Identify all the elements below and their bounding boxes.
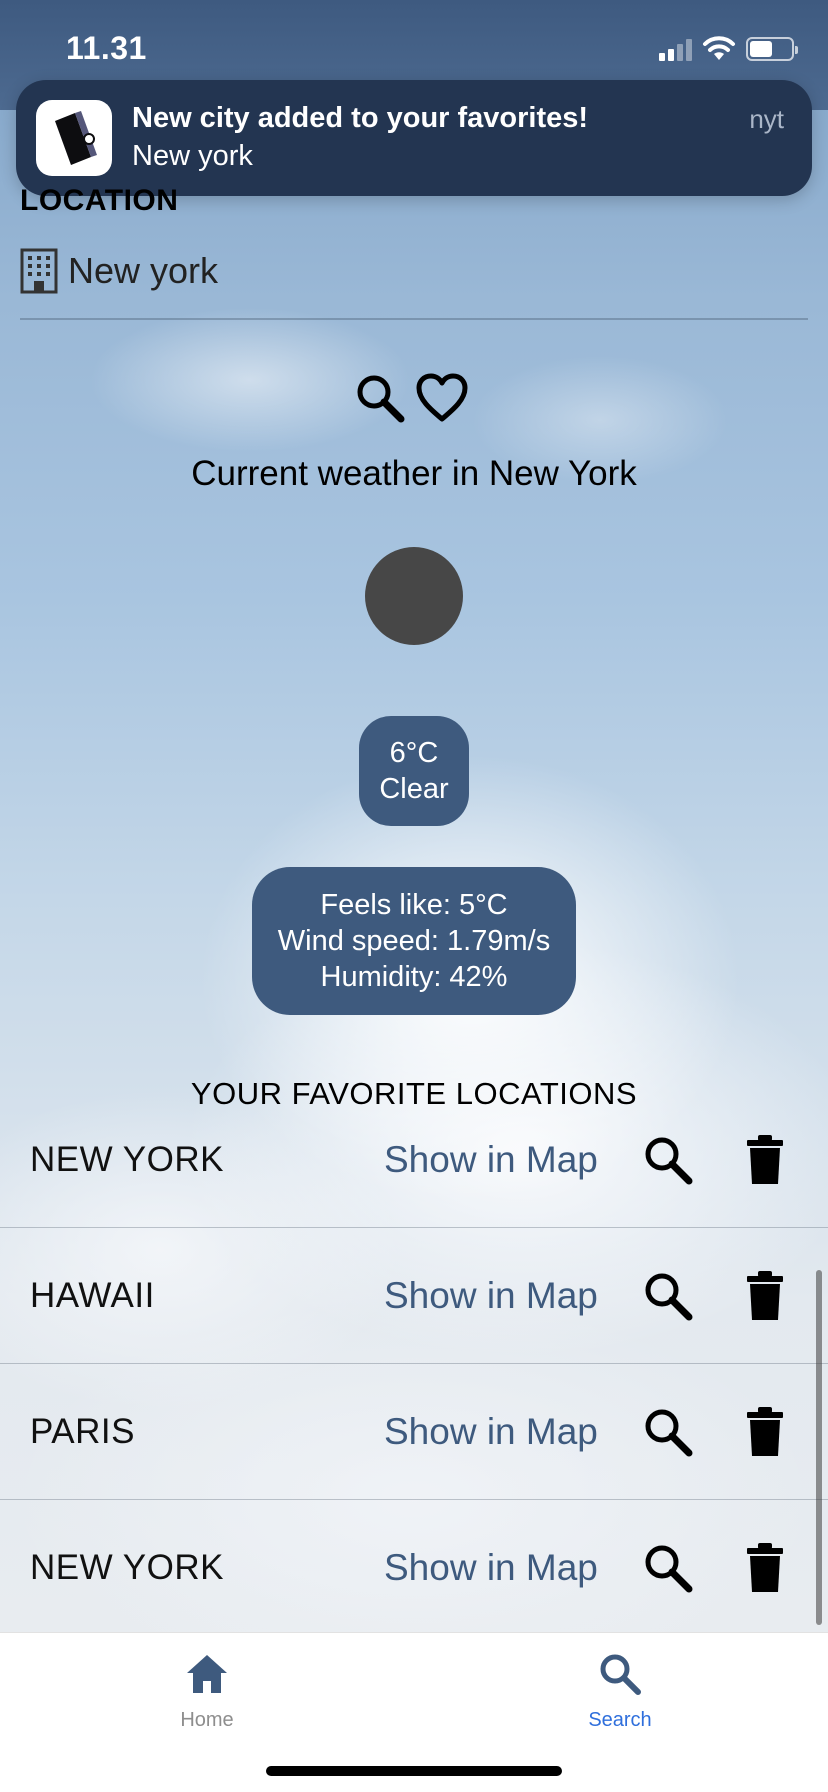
show-in-map-link[interactable]: Show in Map	[384, 1547, 598, 1589]
cellular-signal-icon	[659, 37, 692, 61]
search-icon[interactable]	[642, 1134, 694, 1186]
building-icon	[20, 248, 58, 294]
search-icon[interactable]	[642, 1270, 694, 1322]
favorite-city: NEW YORK	[30, 1548, 224, 1587]
weather-condition: Clear	[379, 773, 449, 805]
location-label: LOCATION	[20, 184, 179, 217]
location-row: New york	[20, 248, 218, 294]
list-item: HAWAII Show in Map	[0, 1228, 828, 1364]
weather-condition-icon	[365, 547, 463, 645]
home-indicator	[266, 1766, 562, 1776]
trash-icon[interactable]	[746, 1542, 784, 1594]
show-in-map-link[interactable]: Show in Map	[384, 1275, 598, 1317]
location-value: New york	[68, 250, 219, 291]
app-logo-icon	[36, 100, 112, 176]
show-in-map-link[interactable]: Show in Map	[384, 1139, 598, 1181]
feels-like: Feels like: 5°C	[320, 889, 508, 921]
divider	[20, 318, 808, 320]
current-weather-heading: Current weather in New York	[191, 454, 637, 493]
list-item: PARIS Show in Map	[0, 1364, 828, 1500]
weather-details: Feels like: 5°C Wind speed: 1.79m/s Humi…	[252, 867, 576, 1015]
favorite-city: NEW YORK	[30, 1139, 224, 1179]
tab-search[interactable]: Search	[520, 1647, 720, 1757]
tab-home-label: Home	[180, 1709, 234, 1731]
home-icon	[187, 1655, 227, 1693]
trash-icon[interactable]	[746, 1270, 784, 1322]
temperature-badge: 6°C Clear	[359, 716, 469, 826]
status-time: 11.31	[66, 30, 147, 66]
scrollbar[interactable]	[816, 1270, 822, 1625]
trash-icon[interactable]	[746, 1406, 784, 1458]
favorite-city: HAWAII	[30, 1275, 155, 1315]
battery-icon	[746, 37, 798, 61]
search-icon	[600, 1654, 641, 1695]
search-icon[interactable]	[354, 372, 406, 424]
notification-title: New city added to your favorites!	[132, 102, 589, 134]
notification-banner[interactable]: New city added to your favorites! New yo…	[16, 80, 812, 196]
trash-icon[interactable]	[746, 1134, 784, 1186]
temperature-value: 6°C	[389, 737, 439, 769]
battery-level	[750, 41, 772, 57]
list-item: NEW YORK Show in Map	[0, 1500, 828, 1636]
heart-icon[interactable]	[414, 372, 470, 424]
wind-speed: Wind speed: 1.79m/s	[277, 925, 551, 957]
action-icons	[354, 372, 470, 424]
notification-time: nyt	[749, 104, 784, 134]
notification-body: New york	[132, 140, 253, 172]
favorite-city: PARIS	[30, 1411, 135, 1451]
search-icon[interactable]	[642, 1406, 694, 1458]
humidity: Humidity: 42%	[320, 961, 508, 993]
tab-search-label: Search	[588, 1709, 652, 1731]
show-in-map-link[interactable]: Show in Map	[384, 1411, 598, 1453]
list-item: NEW YORK Show in Map	[0, 1092, 828, 1228]
status-icons	[659, 36, 798, 62]
tab-home[interactable]: Home	[107, 1647, 307, 1757]
wifi-icon	[703, 36, 735, 60]
search-icon[interactable]	[642, 1542, 694, 1594]
